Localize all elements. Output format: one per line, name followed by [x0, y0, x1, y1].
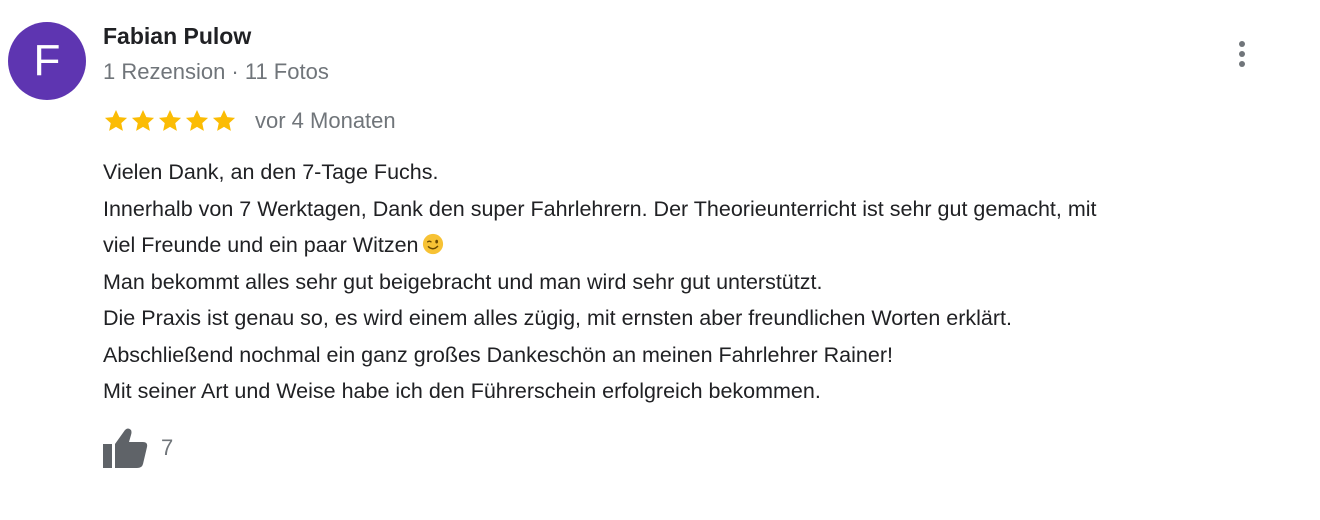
star-icon: [158, 109, 182, 131]
review-line: Abschließend nochmal ein ganz großes Dan…: [103, 342, 893, 367]
like-button[interactable]: 7: [101, 426, 173, 470]
star-icon: [131, 109, 155, 131]
review-line: viel Freunde und ein paar Witzen: [103, 227, 1308, 264]
star-rating: [103, 108, 238, 134]
review-text: Vielen Dank, an den 7-Tage Fuchs. Innerh…: [103, 154, 1308, 410]
star-icon: [104, 109, 128, 131]
rating-row: vor 4 Monaten: [103, 106, 396, 136]
star-icon: [212, 109, 236, 131]
review-date: vor 4 Monaten: [255, 108, 396, 133]
reviewer-name[interactable]: Fabian Pulow: [103, 23, 251, 50]
review-line: Vielen Dank, an den 7-Tage Fuchs.: [103, 160, 439, 184]
review-line: Mit seiner Art und Weise habe ich den Fü…: [103, 379, 821, 403]
review-line: Man bekommt alles sehr gut beigebracht u…: [103, 269, 823, 294]
review-line-text: viel Freunde und ein paar Witzen: [103, 233, 419, 257]
review-line: Die Praxis ist genau so, es wird einem a…: [103, 306, 1012, 330]
star-icon: [185, 109, 209, 131]
review-card: F Fabian Pulow 1 Rezension · 11 Fotos vo…: [0, 0, 1320, 520]
reviewer-meta: 1 Rezension · 11 Fotos: [103, 59, 329, 84]
review-line: Innerhalb von 7 Werktagen, Dank den supe…: [103, 196, 1097, 221]
like-count: 7: [161, 435, 174, 460]
avatar[interactable]: F: [8, 22, 86, 100]
thumbs-up-icon: [103, 428, 148, 468]
winking-face-emoji-icon: [422, 233, 443, 255]
more-options-button[interactable]: [1224, 34, 1260, 74]
